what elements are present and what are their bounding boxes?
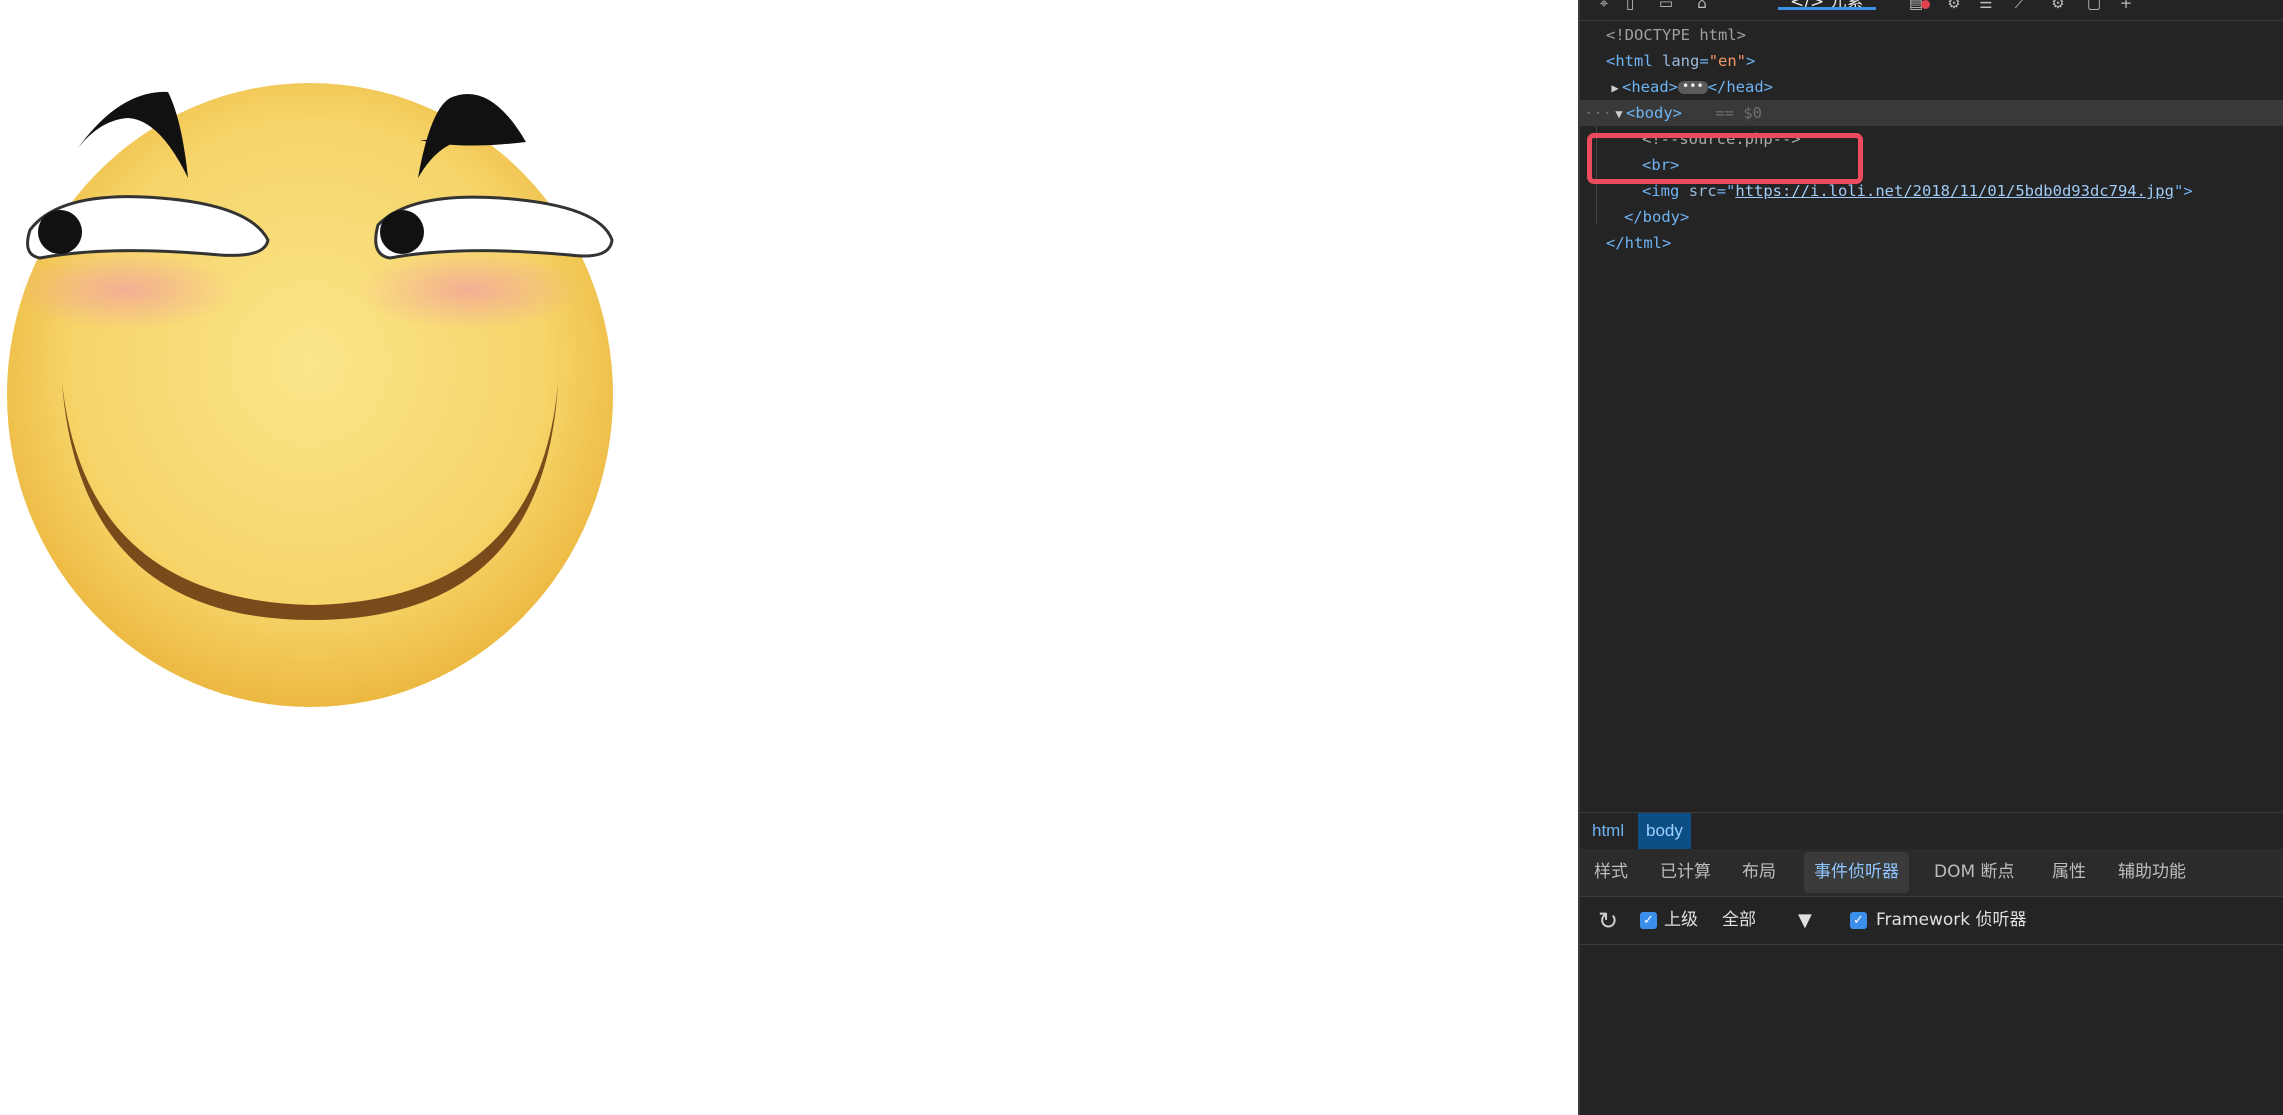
panel-tabs: 样式 已计算 布局 事件侦听器 DOM 断点 属性 辅助功能: [1580, 849, 2283, 897]
breadcrumb: html body: [1580, 812, 2283, 850]
collapsed-ellipsis[interactable]: •••: [1678, 80, 1708, 94]
html-tag: html: [1615, 52, 1653, 70]
dom-node-html[interactable]: <html lang="en">: [1580, 48, 2283, 74]
welcome-icon[interactable]: ⌂: [1692, 0, 1712, 12]
annotation-highlight-box: [1587, 133, 1863, 184]
ancestors-checkbox[interactable]: ✓: [1640, 912, 1657, 929]
dom-node-head[interactable]: ▶ <head> ••• </head>: [1580, 74, 2283, 100]
active-tab-underline: [1778, 7, 1876, 10]
body-open-tag: <body>: [1626, 104, 1682, 122]
inspect-icon[interactable]: ⌖: [1594, 0, 1614, 12]
event-listener-toolbar: ↻ ✓ 上级 全部 ▼ ✓ Framework 侦听器: [1580, 897, 2283, 945]
ancestors-label: 上级: [1664, 910, 1698, 930]
more-icon[interactable]: +: [2116, 0, 2136, 12]
memory-icon[interactable]: ⚙: [2048, 0, 2068, 12]
dom-node-html-close[interactable]: </html>: [1580, 230, 2283, 256]
breadcrumb-body[interactable]: body: [1638, 813, 1691, 849]
tab-dom-breakpoints[interactable]: DOM 断点: [1924, 849, 2025, 896]
collapse-triangle-icon[interactable]: ▼: [1612, 101, 1626, 127]
devtools-panel: ⌖ ▯ ▭ ⌂ </> 元素 ▤ ⚙ ☰ ⟋ ⚙ ▢ + <!DOCTYPE h…: [1578, 0, 2283, 1115]
listener-filter-select[interactable]: 全部: [1722, 897, 1756, 944]
expand-triangle-icon[interactable]: ▶: [1608, 75, 1622, 101]
device-icon[interactable]: ▯: [1620, 0, 1640, 12]
body-close-tag: </body>: [1624, 208, 1690, 226]
page-viewport: [0, 0, 1578, 1115]
tab-styles[interactable]: 样式: [1584, 849, 1638, 896]
framework-listeners-label: Framework 侦听器: [1876, 910, 2027, 930]
framework-checkbox[interactable]: ✓: [1850, 912, 1867, 929]
performance-icon[interactable]: ⟋: [2010, 0, 2030, 12]
tab-layout[interactable]: 布局: [1732, 849, 1786, 896]
tab-accessibility[interactable]: 辅助功能: [2108, 849, 2196, 896]
head-close-tag: </head>: [1707, 78, 1774, 96]
devtools-toolbar: ⌖ ▯ ▭ ⌂ </> 元素 ▤ ⚙ ☰ ⟋ ⚙ ▢ +: [1580, 0, 2283, 21]
console-icon[interactable]: ▤: [1906, 0, 1930, 12]
tab-elements[interactable]: </> 元素: [1778, 0, 1876, 14]
tab-properties[interactable]: 属性: [2042, 849, 2096, 896]
dropdown-arrow-icon[interactable]: ▼: [1798, 910, 1812, 931]
smiley-face-image[interactable]: [0, 80, 620, 720]
dom-tree: <!DOCTYPE html> <html lang="en"> ▶ <head>…: [1580, 20, 2283, 812]
application-icon[interactable]: ▢: [2084, 0, 2104, 12]
sources-icon[interactable]: ⚙: [1944, 0, 1964, 12]
img-tag: img: [1651, 182, 1680, 200]
right-blush: [360, 250, 580, 330]
dom-node-body-close[interactable]: </body>: [1580, 204, 2283, 230]
html-attr-value: "en": [1708, 52, 1747, 70]
dom-node-body[interactable]: ··· ▼ <body> == $0: [1580, 100, 2283, 126]
refresh-icon[interactable]: ↻: [1598, 908, 1624, 934]
img-attr-name: src: [1688, 182, 1717, 200]
html-close-tag: </html>: [1606, 234, 1672, 252]
right-pupil: [380, 210, 424, 254]
breadcrumb-html[interactable]: html: [1584, 813, 1632, 849]
img-src-link[interactable]: https://i.loli.net/2018/11/01/5bdb0d93dc…: [1735, 182, 2174, 200]
left-pupil: [38, 210, 82, 254]
dom-node-doctype[interactable]: <!DOCTYPE html>: [1580, 22, 2283, 48]
selected-node-marker: == $0: [1715, 104, 1763, 122]
network-icon[interactable]: ☰: [1976, 0, 1996, 12]
html-attr-name: lang: [1662, 52, 1700, 70]
left-blush: [15, 250, 235, 330]
dock-icon[interactable]: ▭: [1656, 0, 1676, 12]
doctype-text: <!DOCTYPE html>: [1606, 26, 1746, 44]
tab-computed[interactable]: 已计算: [1650, 849, 1721, 896]
tab-event-listeners[interactable]: 事件侦听器: [1804, 852, 1909, 893]
head-open-tag: <head>: [1622, 78, 1678, 96]
